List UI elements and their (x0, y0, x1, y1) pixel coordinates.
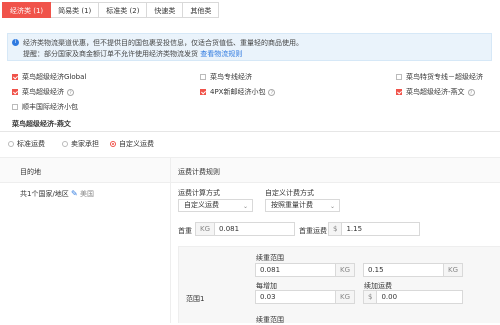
radio[interactable] (8, 141, 14, 147)
calc-method-label: 运费计算方式 (178, 189, 220, 197)
radio[interactable] (62, 141, 68, 147)
section-title: 菜鸟超级经济-燕文 (12, 120, 71, 128)
freight-option-seller[interactable]: 卖家承担 (62, 139, 99, 149)
range-name: 范围1 (186, 295, 205, 303)
add-fee-value: 0.00 (381, 293, 398, 301)
custom-method-select[interactable]: 按照重量计费 ⌄ (265, 199, 340, 212)
next-range-label: 续重范围 (256, 316, 284, 324)
radio-label: 自定义运费 (119, 140, 154, 148)
radio[interactable] (110, 141, 116, 147)
carrier-label: 菜鸟特货专线－超级经济 (406, 73, 483, 81)
radio-label: 卖家承担 (71, 140, 99, 148)
range-to-input[interactable]: 0.15 KG (363, 263, 463, 277)
carrier-label: 顺丰国际经济小包 (22, 103, 78, 111)
per-add-input[interactable]: 0.03 KG (255, 290, 355, 304)
divider (0, 131, 500, 132)
table-header: 目的地 运费计费规则 (0, 157, 500, 183)
column-divider (170, 157, 171, 323)
checkbox[interactable] (12, 104, 18, 110)
logistics-rules-link[interactable]: 查看物流规则 (200, 50, 242, 58)
carrier-option[interactable]: 菜鸟超级经济-燕文 ? (396, 87, 475, 97)
help-icon[interactable]: ? (268, 88, 276, 96)
checkbox[interactable] (396, 74, 402, 80)
range-from-input[interactable]: 0.081 KG (255, 263, 355, 277)
destination-count: 共1个国家/地区 (20, 190, 69, 198)
checkbox[interactable] (12, 89, 18, 95)
help-icon[interactable]: ? (67, 88, 74, 96)
first-weight-value: 0.081 (219, 225, 240, 233)
carrier-label: 4PX新邮经济小包 (210, 88, 266, 96)
carrier-label: 菜鸟超级经济-燕文 (406, 88, 465, 96)
range-to-value: 0.15 (368, 266, 384, 274)
checkbox[interactable] (200, 74, 206, 80)
notice-line-1: 经济类物流渠道优惠，但不提供目的国包裹妥投信息，仅适合货值低、重量轻的商品使用。 (23, 39, 303, 47)
unit-dollar: $ (364, 291, 378, 303)
per-add-value: 0.03 (260, 293, 276, 301)
notice-line-2: 提醒：部分国家及商金额订单不允许使用经济类物流发货 查看物流规则 (23, 49, 242, 59)
chevron-down-icon: ⌄ (329, 203, 335, 210)
unit-kg: KG (334, 264, 354, 276)
checkbox[interactable] (200, 89, 206, 95)
unit-dollar: $ (329, 223, 343, 235)
carrier-option[interactable]: 4PX新邮经济小包 ? (200, 87, 276, 97)
unit-kg: KG (442, 264, 462, 276)
destination-country[interactable]: 美国 (80, 190, 94, 198)
checkbox[interactable] (396, 89, 402, 95)
shipping-category-tabs: 经济类 (1) 简易类 (1) 标准类 (2) 快速类 其他类 (2, 2, 220, 18)
column-destination: 目的地 (20, 168, 41, 176)
column-freight-rules: 运费计费规则 (178, 168, 220, 176)
notice-text: 提醒：部分国家及商金额订单不允许使用经济类物流发货 (23, 50, 198, 58)
freight-option-custom[interactable]: 自定义运费 (110, 139, 154, 149)
calc-method-value: 自定义运费 (184, 201, 219, 209)
continued-range-label: 续重范围 (256, 254, 284, 262)
tab-economy[interactable]: 经济类 (1) (2, 2, 52, 18)
range-from-value: 0.081 (260, 266, 281, 274)
custom-method-label: 自定义计费方式 (265, 189, 314, 197)
tab-simple[interactable]: 简易类 (1) (51, 2, 100, 18)
unit-kg: KG (334, 291, 354, 303)
range-panel (178, 246, 500, 323)
help-icon[interactable]: ? (467, 88, 475, 96)
info-notice: i 经济类物流渠道优惠，但不提供目的国包裹妥投信息，仅适合货值低、重量轻的商品使… (7, 33, 492, 61)
first-fee-label: 首重运费 (299, 227, 327, 235)
carrier-label: 菜鸟超级经济Global (22, 73, 87, 81)
first-weight-input[interactable]: KG 0.081 (195, 222, 295, 236)
radio-label: 标准运费 (17, 140, 45, 148)
tab-other[interactable]: 其他类 (183, 2, 220, 18)
custom-method-value: 按照重量计费 (271, 201, 313, 209)
unit-kg: KG (196, 223, 216, 235)
carrier-option[interactable]: 顺丰国际经济小包 (12, 102, 78, 112)
edit-pencil-icon[interactable]: ✎ (71, 189, 78, 198)
first-weight-label: 首重 (178, 227, 192, 235)
info-icon: i (12, 39, 19, 46)
first-fee-input[interactable]: $ 1.15 (328, 222, 420, 236)
carrier-label: 菜鸟超级经济 (22, 88, 64, 96)
first-fee-value: 1.15 (346, 225, 363, 233)
calc-method-select[interactable]: 自定义运费 ⌄ (178, 199, 253, 212)
checkbox[interactable] (12, 74, 18, 80)
carrier-option[interactable]: 菜鸟超级经济Global (12, 72, 86, 82)
tab-standard[interactable]: 标准类 (2) (99, 2, 148, 18)
add-fee-input[interactable]: $ 0.00 (363, 290, 463, 304)
carrier-option[interactable]: 菜鸟超级经济 ? (12, 87, 74, 97)
tab-express[interactable]: 快速类 (147, 2, 184, 18)
destination-cell: 共1个国家/地区 ✎ 美国 (20, 189, 94, 199)
freight-option-standard[interactable]: 标准运费 (8, 139, 45, 149)
carrier-option[interactable]: 菜鸟特货专线－超级经济 (396, 72, 483, 82)
carrier-option[interactable]: 菜鸟专线经济 (200, 72, 252, 82)
chevron-down-icon: ⌄ (242, 203, 248, 210)
carrier-label: 菜鸟专线经济 (210, 73, 252, 81)
